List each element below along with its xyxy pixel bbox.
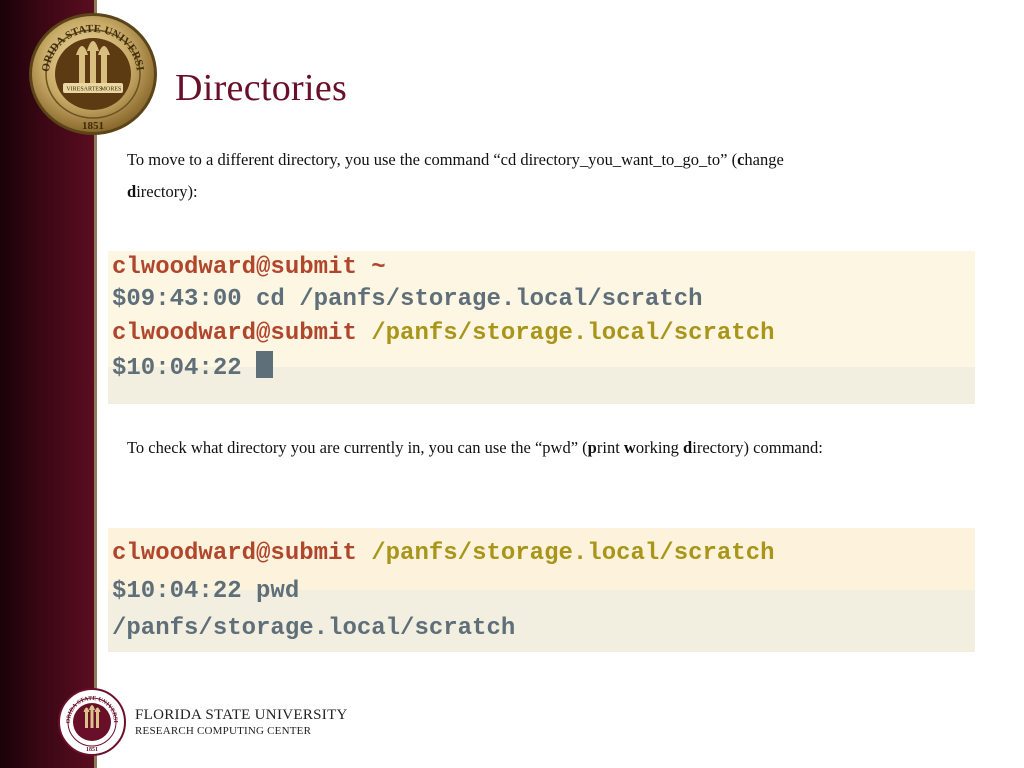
svg-text:1851: 1851 xyxy=(86,747,98,753)
svg-text:ARTES: ARTES xyxy=(84,87,103,93)
terminal-line: $09:43:00 cd /panfs/storage.local/scratc… xyxy=(112,286,703,313)
terminal-screenshot-pwd: clwoodward@submit /panfs/storage.local/s… xyxy=(108,528,975,652)
terminal-line: clwoodward@submit /panfs/storage.local/s… xyxy=(112,540,775,567)
fsu-seal-icon: FLORIDA STATE UNIVERSITY 1851 VIRES ARTE… xyxy=(27,11,157,135)
terminal-line: clwoodward@submit /panfs/storage.local/s… xyxy=(112,320,775,347)
terminal-line: /panfs/storage.local/scratch xyxy=(112,615,516,642)
terminal-line: $10:04:22 pwd xyxy=(112,578,300,605)
fsu-seal-icon: FLORIDA STATE UNIVERSITY 1851 xyxy=(58,688,126,756)
terminal-line: clwoodward@submit ~ xyxy=(112,254,386,281)
cursor-block-icon xyxy=(256,351,274,378)
svg-text:VIRES: VIRES xyxy=(66,87,83,93)
terminal-line: $10:04:22 xyxy=(112,351,274,386)
svg-text:MORES: MORES xyxy=(101,87,122,93)
svg-text:1851: 1851 xyxy=(82,120,104,132)
terminal-screenshot-cd: clwoodward@submit ~ $09:43:00 cd /panfs/… xyxy=(108,251,975,404)
pwd-description: To check what directory you are currentl… xyxy=(127,438,823,457)
footer-university-name: FLORIDA STATE UNIVERSITY xyxy=(135,707,348,723)
slide-title: Directories xyxy=(175,67,348,109)
footer-center-name: RESEARCH COMPUTING CENTER xyxy=(135,725,312,737)
cd-description: To move to a different directory, you us… xyxy=(127,150,784,201)
